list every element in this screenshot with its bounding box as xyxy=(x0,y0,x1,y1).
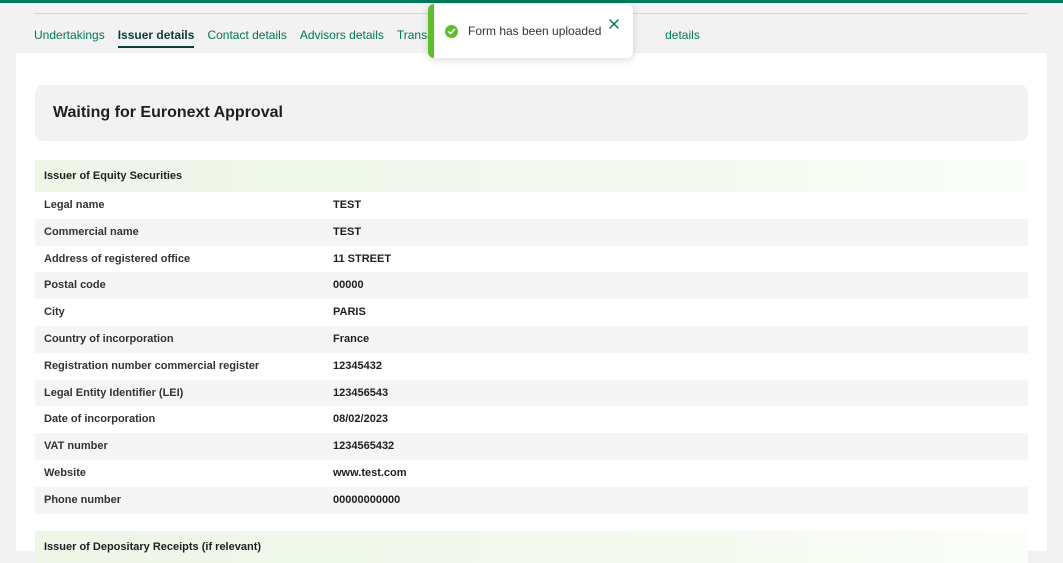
section-title-equity: Issuer of Equity Securities xyxy=(44,170,183,182)
field-label: Country of incorporation xyxy=(44,332,174,345)
field-value: 123456543 xyxy=(333,386,389,399)
table-row: Phone number 00000000000 xyxy=(35,486,1028,514)
table-row: Address of registered office 11 STREET xyxy=(35,246,1028,273)
field-label: Registration number commercial register xyxy=(44,359,260,372)
table-row: Legal Entity Identifier (LEI) 123456543 xyxy=(35,379,1028,407)
field-label: VAT number xyxy=(44,440,108,453)
main-panel: Undertakings Issuer details Contact deta… xyxy=(16,3,1047,563)
section-title-depositary: Issuer of Depositary Receipts (if releva… xyxy=(44,541,262,553)
upload-toast: Form has been uploaded xyxy=(428,4,633,58)
table-row: Registration number commercial register … xyxy=(35,353,1028,380)
section-header-depositary: Issuer of Depositary Receipts (if releva… xyxy=(35,531,1028,563)
field-label: Date of incorporation xyxy=(44,413,156,426)
field-value: 08/02/2023 xyxy=(333,413,389,426)
field-label: Phone number xyxy=(44,493,122,506)
table-row: Legal name TEST xyxy=(35,192,1028,219)
field-label: Commercial name xyxy=(44,225,139,238)
status-card: Waiting for Euronext Approval xyxy=(35,85,1028,141)
check-circle-icon xyxy=(445,25,458,38)
field-value: TEST xyxy=(333,225,362,238)
field-value: 11 STREET xyxy=(333,252,392,265)
close-icon[interactable] xyxy=(607,17,621,31)
tab-advisors-details[interactable]: Advisors details xyxy=(300,28,384,48)
toast-message: Form has been uploaded xyxy=(468,24,602,38)
table-row: Postal code 00000 xyxy=(35,272,1028,300)
table-row: VAT number 1234565432 xyxy=(35,433,1028,460)
field-value: 00000000000 xyxy=(333,493,401,506)
table-row: Country of incorporation France xyxy=(35,325,1028,353)
table-row: City PARIS xyxy=(35,299,1028,326)
field-value: 1234565432 xyxy=(333,440,395,453)
section-header-equity: Issuer of Equity Securities xyxy=(35,160,1028,192)
field-label: Address of registered office xyxy=(44,252,191,265)
tab-issuer-details[interactable]: Issuer details xyxy=(117,28,195,48)
field-value: TEST xyxy=(333,199,362,211)
field-label: City xyxy=(44,306,65,319)
tab-undertakings[interactable]: Undertakings xyxy=(34,28,105,48)
status-title: Waiting for Euronext Approval xyxy=(53,104,283,121)
field-value: www.test.com xyxy=(333,466,407,479)
issuer-details-table: Legal name TEST Commercial name TEST Add… xyxy=(35,192,1028,514)
field-value: 12345432 xyxy=(333,359,382,372)
table-row: Website www.test.com xyxy=(35,460,1028,487)
field-value: PARIS xyxy=(333,306,366,319)
field-label: Legal Entity Identifier (LEI) xyxy=(44,386,184,399)
field-label: Postal code xyxy=(44,279,106,292)
toast-accent-bar xyxy=(428,4,434,58)
table-row: Commercial name TEST xyxy=(35,218,1028,246)
table-row: Date of incorporation 08/02/2023 xyxy=(35,406,1028,433)
field-value: 00000 xyxy=(333,279,364,292)
field-label: Legal name xyxy=(44,199,105,211)
field-value: France xyxy=(333,332,370,345)
tab-details[interactable]: details xyxy=(665,28,700,48)
field-label: Website xyxy=(44,466,86,479)
tab-contact-details[interactable]: Contact details xyxy=(207,28,286,48)
